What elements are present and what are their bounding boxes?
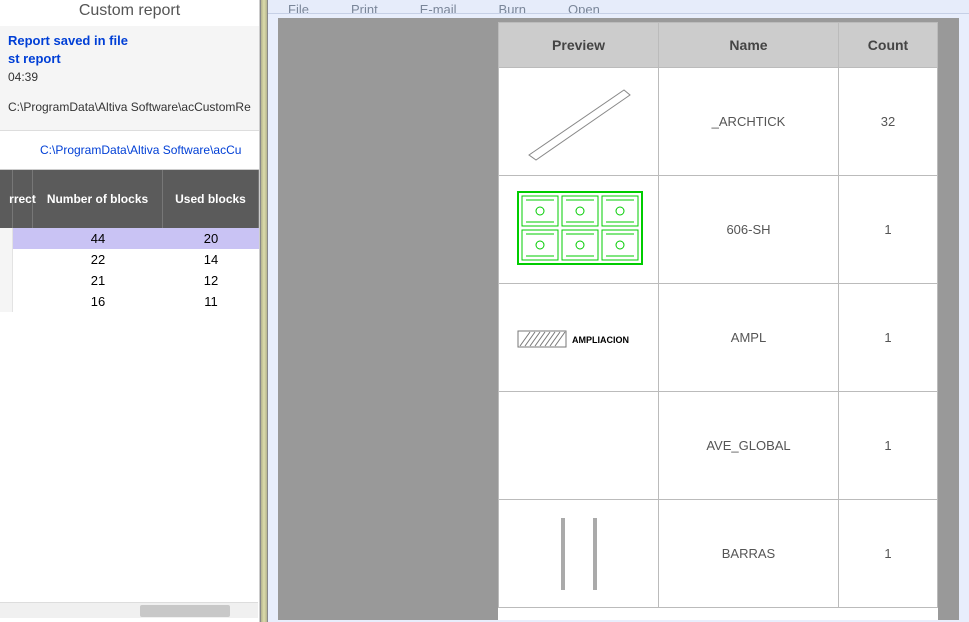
grid-cell-numblocks: 44 bbox=[33, 228, 163, 249]
block-preview-cell: AMPLIACION bbox=[499, 284, 659, 392]
block-row[interactable]: _ARCHTICK32 bbox=[499, 68, 938, 176]
block-count-cell: 1 bbox=[839, 500, 938, 608]
block-name-cell: AVE_GLOBAL bbox=[659, 392, 839, 500]
grid-cell-numblocks: 22 bbox=[33, 249, 163, 270]
report-page: Preview Name Count _ARCHTICK32606-SH1AMP… bbox=[498, 22, 938, 620]
grid-cell bbox=[13, 291, 33, 312]
grid-row[interactable]: 2214 bbox=[0, 249, 259, 270]
info-section: Report saved in file st report 04:39 C:\… bbox=[0, 26, 259, 131]
grid-header: rrect Number of blocks Used blocks bbox=[0, 170, 259, 228]
info-path-link[interactable]: C:\ProgramData\Altiva Software\acCu bbox=[0, 131, 259, 170]
grid-cell-usedblocks: 11 bbox=[163, 291, 259, 312]
grid-cell bbox=[13, 270, 33, 291]
info-line-report: st report bbox=[8, 50, 251, 68]
block-row[interactable]: 606-SH1 bbox=[499, 176, 938, 284]
grid-header-correct: rrect bbox=[13, 170, 33, 228]
grid-cell-usedblocks: 12 bbox=[163, 270, 259, 291]
grid-cell bbox=[13, 249, 33, 270]
horizontal-scrollbar[interactable] bbox=[0, 602, 258, 618]
grid-cell bbox=[13, 228, 33, 249]
grid-cell-numblocks: 21 bbox=[33, 270, 163, 291]
panel-title: Custom report bbox=[0, 0, 259, 26]
block-row[interactable]: AVE_GLOBAL1 bbox=[499, 392, 938, 500]
grid-header-usedblocks: Used blocks bbox=[163, 170, 259, 228]
toolbar-email[interactable]: E-mail bbox=[420, 2, 457, 14]
toolbar-print[interactable]: Print bbox=[351, 2, 378, 14]
grid-cell-numblocks: 16 bbox=[33, 291, 163, 312]
block-count-cell: 1 bbox=[839, 392, 938, 500]
block-name-cell: 606-SH bbox=[659, 176, 839, 284]
grid-cell-usedblocks: 20 bbox=[163, 228, 259, 249]
blk-header-name: Name bbox=[659, 23, 839, 68]
blk-header-preview: Preview bbox=[499, 23, 659, 68]
scrollbar-thumb[interactable] bbox=[140, 605, 230, 617]
grid-cell-usedblocks: 14 bbox=[163, 249, 259, 270]
grid-row[interactable]: 2112 bbox=[0, 270, 259, 291]
block-name-cell: AMPL bbox=[659, 284, 839, 392]
left-panel: Custom report Report saved in file st re… bbox=[0, 0, 260, 622]
right-panel: File Print E-mail Burn Open Preview Name… bbox=[268, 0, 969, 622]
block-count-cell: 1 bbox=[839, 176, 938, 284]
block-preview-cell bbox=[499, 392, 659, 500]
grid-header-numblocks: Number of blocks bbox=[33, 170, 163, 228]
block-count-cell: 32 bbox=[839, 68, 938, 176]
toolbar-burn[interactable]: Burn bbox=[499, 2, 526, 14]
block-table: Preview Name Count _ARCHTICK32606-SH1AMP… bbox=[498, 22, 938, 608]
toolbar-open[interactable]: Open bbox=[568, 2, 600, 14]
block-preview-cell bbox=[499, 176, 659, 284]
info-path-long: C:\ProgramData\Altiva Software\acCustomR… bbox=[8, 98, 251, 116]
block-preview-cell bbox=[499, 500, 659, 608]
svg-text:AMPLIACION: AMPLIACION bbox=[572, 335, 629, 345]
toolbar-file[interactable]: File bbox=[288, 2, 309, 14]
block-name-cell: BARRAS bbox=[659, 500, 839, 608]
info-time: 04:39 bbox=[8, 68, 251, 86]
block-name-cell: _ARCHTICK bbox=[659, 68, 839, 176]
preview-toolbar: File Print E-mail Burn Open bbox=[268, 0, 969, 14]
block-count-cell: 1 bbox=[839, 284, 938, 392]
grid-row[interactable]: 4420 bbox=[0, 228, 259, 249]
block-preview-cell bbox=[499, 68, 659, 176]
splitter-handle[interactable] bbox=[260, 0, 268, 622]
blk-header-count: Count bbox=[839, 23, 938, 68]
info-line-saved: Report saved in file bbox=[8, 32, 251, 50]
report-viewport[interactable]: Preview Name Count _ARCHTICK32606-SH1AMP… bbox=[278, 18, 959, 620]
block-row[interactable]: AMPLIACION AMPL1 bbox=[499, 284, 938, 392]
grid-row[interactable]: 1611 bbox=[0, 291, 259, 312]
block-row[interactable]: BARRAS1 bbox=[499, 500, 938, 608]
left-data-grid[interactable]: rrect Number of blocks Used blocks 44202… bbox=[0, 170, 259, 312]
